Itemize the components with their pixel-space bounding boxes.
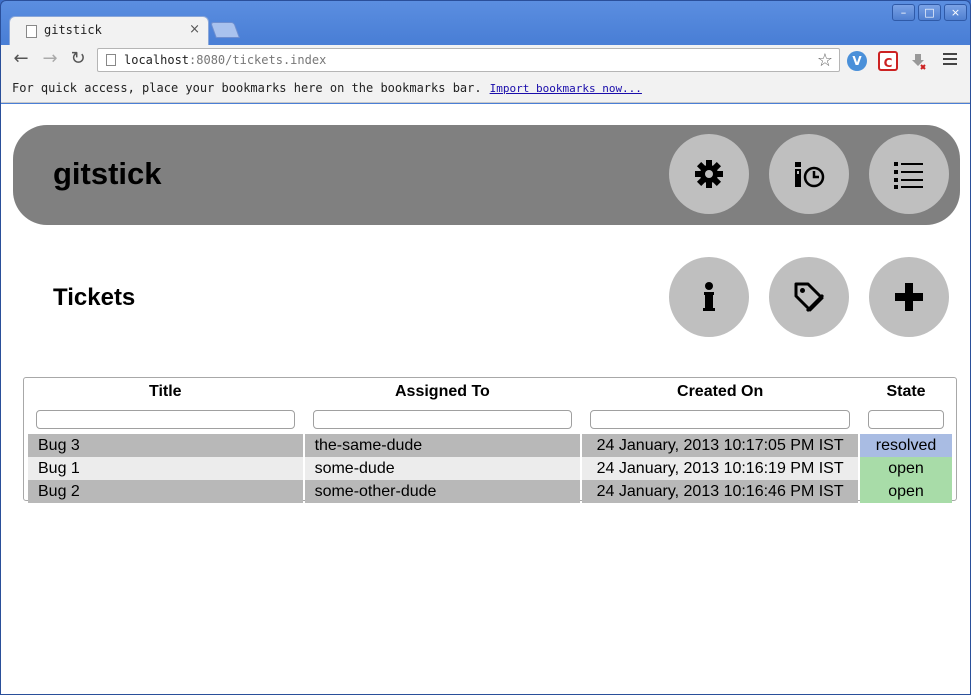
app-brand: gitstick bbox=[53, 156, 162, 191]
address-bar[interactable]: localhost:8080/tickets.index ☆ bbox=[97, 48, 840, 72]
page-icon bbox=[106, 54, 116, 66]
tag-icon bbox=[794, 282, 825, 313]
state-badge: open bbox=[860, 457, 952, 480]
tab-close-icon[interactable]: × bbox=[189, 22, 200, 37]
ticket-assignee: the-same-dude bbox=[304, 434, 581, 457]
column-header-title[interactable]: Title bbox=[28, 380, 303, 404]
page-content: gitstick Tickets Title Assigned To Creat… bbox=[1, 104, 970, 694]
column-header-state[interactable]: State bbox=[860, 380, 952, 404]
bookmarks-bar: For quick access, place your bookmarks h… bbox=[1, 75, 970, 103]
ticket-created-on: 24 January, 2013 10:16:46 PM IST bbox=[582, 480, 859, 503]
reload-button[interactable]: ↻ bbox=[67, 50, 89, 70]
page-icon bbox=[26, 25, 37, 38]
bookmark-star-icon[interactable]: ☆ bbox=[817, 50, 833, 71]
table-row[interactable]: Bug 1 some-dude 24 January, 2013 10:16:1… bbox=[28, 457, 952, 480]
ticket-created-on: 24 January, 2013 10:17:05 PM IST bbox=[582, 434, 859, 457]
state-badge: open bbox=[860, 480, 952, 503]
gear-icon bbox=[695, 160, 723, 188]
tag-button[interactable] bbox=[769, 257, 849, 337]
list-button[interactable] bbox=[869, 134, 949, 214]
download-extension-icon[interactable] bbox=[908, 51, 928, 71]
c-extension-icon[interactable]: C bbox=[878, 51, 898, 71]
page-title: Tickets bbox=[53, 284, 136, 311]
column-header-assigned-to[interactable]: Assigned To bbox=[305, 380, 581, 404]
filter-cell bbox=[860, 404, 952, 434]
filter-cell bbox=[28, 404, 303, 434]
chrome-menu-icon[interactable] bbox=[943, 53, 957, 68]
ticket-title[interactable]: Bug 1 bbox=[28, 457, 303, 480]
minimize-button[interactable]: – bbox=[892, 4, 915, 21]
title-filter-input[interactable] bbox=[36, 409, 295, 429]
title-bar: gitstick × – □ × bbox=[1, 1, 970, 46]
maximize-button[interactable]: □ bbox=[918, 4, 941, 21]
ticket-title[interactable]: Bug 3 bbox=[28, 434, 303, 457]
state-filter-input[interactable] bbox=[868, 409, 944, 429]
browser-toolbar: ← → ↻ localhost:8080/tickets.index ☆ V C bbox=[1, 45, 970, 75]
url-path: :8080/tickets.index bbox=[189, 53, 327, 67]
url-text: localhost:8080/tickets.index bbox=[124, 53, 326, 67]
forward-button[interactable]: → bbox=[39, 50, 61, 70]
assigned-filter-input[interactable] bbox=[312, 409, 573, 429]
filter-cell bbox=[582, 404, 858, 434]
history-button[interactable] bbox=[769, 134, 849, 214]
settings-button[interactable] bbox=[669, 134, 749, 214]
bookmarks-hint: For quick access, place your bookmarks h… bbox=[12, 81, 482, 95]
browser-window: gitstick × – □ × ← → ↻ localhost:8080/ti… bbox=[0, 0, 971, 695]
column-header-created-on[interactable]: Created On bbox=[582, 380, 858, 404]
browser-tab[interactable]: gitstick × bbox=[9, 16, 209, 46]
ticket-created-on: 24 January, 2013 10:16:19 PM IST bbox=[582, 457, 859, 480]
tickets-table: Title Assigned To Created On State Bug 3… bbox=[23, 377, 957, 503]
url-host: localhost bbox=[124, 53, 190, 67]
ticket-assignee: some-dude bbox=[304, 457, 581, 480]
history-icon bbox=[795, 162, 825, 188]
plus-icon bbox=[895, 283, 923, 311]
new-tab-button[interactable] bbox=[210, 22, 240, 38]
state-badge: resolved bbox=[860, 434, 952, 457]
back-button[interactable]: ← bbox=[10, 50, 32, 70]
list-icon bbox=[894, 162, 923, 189]
table-row[interactable]: Bug 2 some-other-dude 24 January, 2013 1… bbox=[28, 480, 952, 503]
tab-title: gitstick bbox=[44, 23, 102, 37]
v-extension-icon[interactable]: V bbox=[847, 51, 867, 71]
filter-cell bbox=[305, 404, 581, 434]
close-window-button[interactable]: × bbox=[944, 4, 967, 21]
info-icon bbox=[703, 282, 715, 311]
ticket-title[interactable]: Bug 2 bbox=[28, 480, 303, 503]
add-ticket-button[interactable] bbox=[869, 257, 949, 337]
import-bookmarks-link[interactable]: Import bookmarks now... bbox=[490, 82, 642, 95]
info-button[interactable] bbox=[669, 257, 749, 337]
table-row[interactable]: Bug 3 the-same-dude 24 January, 2013 10:… bbox=[28, 434, 952, 457]
ticket-assignee: some-other-dude bbox=[304, 480, 581, 503]
created-filter-input[interactable] bbox=[590, 409, 851, 429]
